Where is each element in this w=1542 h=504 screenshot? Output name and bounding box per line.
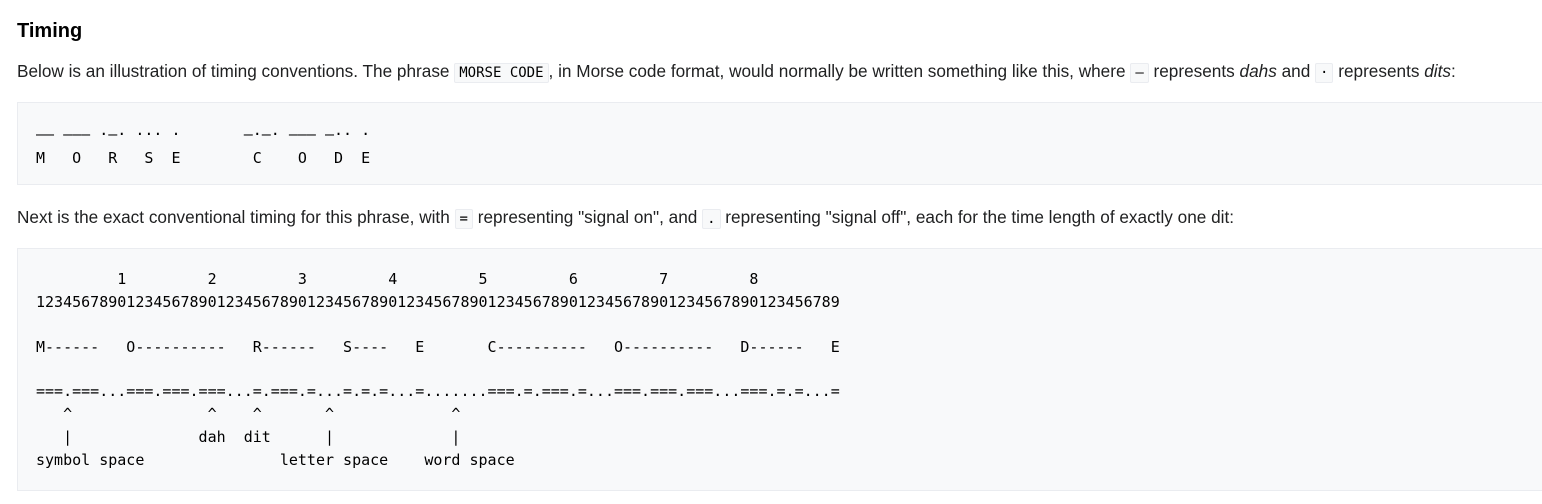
intro-text-3: represents	[1148, 61, 1240, 81]
signal-off-code: .	[702, 209, 721, 229]
timing-signal-line: ===.===...===.===.===...=.===.=...=.=.=.…	[36, 382, 840, 401]
timing-ruler-units: 1234567890123456789012345678901234567890…	[36, 292, 840, 311]
dits-word: dits	[1424, 61, 1451, 81]
intro-text-1: Below is an illustration of timing conve…	[17, 61, 455, 81]
phrase-code: MORSE CODE	[454, 63, 549, 83]
timing-blank-line	[36, 358, 1542, 380]
timing-text-1: Next is the exact conventional timing fo…	[17, 207, 455, 227]
intro-text-6: :	[1450, 61, 1456, 81]
morse-symbols-line: –– ––– ·–· ··· · –·–· ––– –·· ·	[36, 125, 371, 143]
morse-code-block: –– ––– ·–· ··· · –·–· ––– –·· · M O R S E…	[17, 102, 1542, 185]
timing-text-2: representing "signal on", and	[472, 207, 703, 227]
section-heading: Timing	[17, 20, 83, 42]
morse-letters-line: M O R S E C O D E	[36, 149, 371, 167]
timing-blank-line	[36, 314, 1542, 336]
timing-paragraph: Next is the exact conventional timing fo…	[17, 205, 1234, 231]
intro-paragraph: Below is an illustration of timing conve…	[17, 59, 1456, 85]
timing-pointer-line: | dah dit | |	[36, 427, 461, 446]
dit-symbol-code: ·	[1315, 63, 1334, 83]
dah-symbol-code: –	[1130, 63, 1149, 83]
timing-legend-line: symbol space letter space word space	[36, 450, 515, 469]
timing-code-block: 1 2 3 4 5 6 7 8 1234567890123456789012345…	[17, 248, 1542, 491]
timing-ruler-tens: 1 2 3 4 5 6 7 8	[36, 270, 759, 288]
signal-on-code: =	[454, 209, 473, 229]
timing-letters-line: M------ O---------- R------ S---- E C---…	[36, 337, 840, 356]
timing-text-3: representing "signal off", each for the …	[720, 207, 1235, 227]
timing-caret-line: ^ ^ ^ ^ ^	[36, 405, 461, 424]
dahs-word: dahs	[1239, 61, 1277, 81]
intro-text-2: , in Morse code format, would normally b…	[548, 61, 1131, 81]
intro-text-4: and	[1276, 61, 1316, 81]
intro-text-5: represents	[1333, 61, 1425, 81]
